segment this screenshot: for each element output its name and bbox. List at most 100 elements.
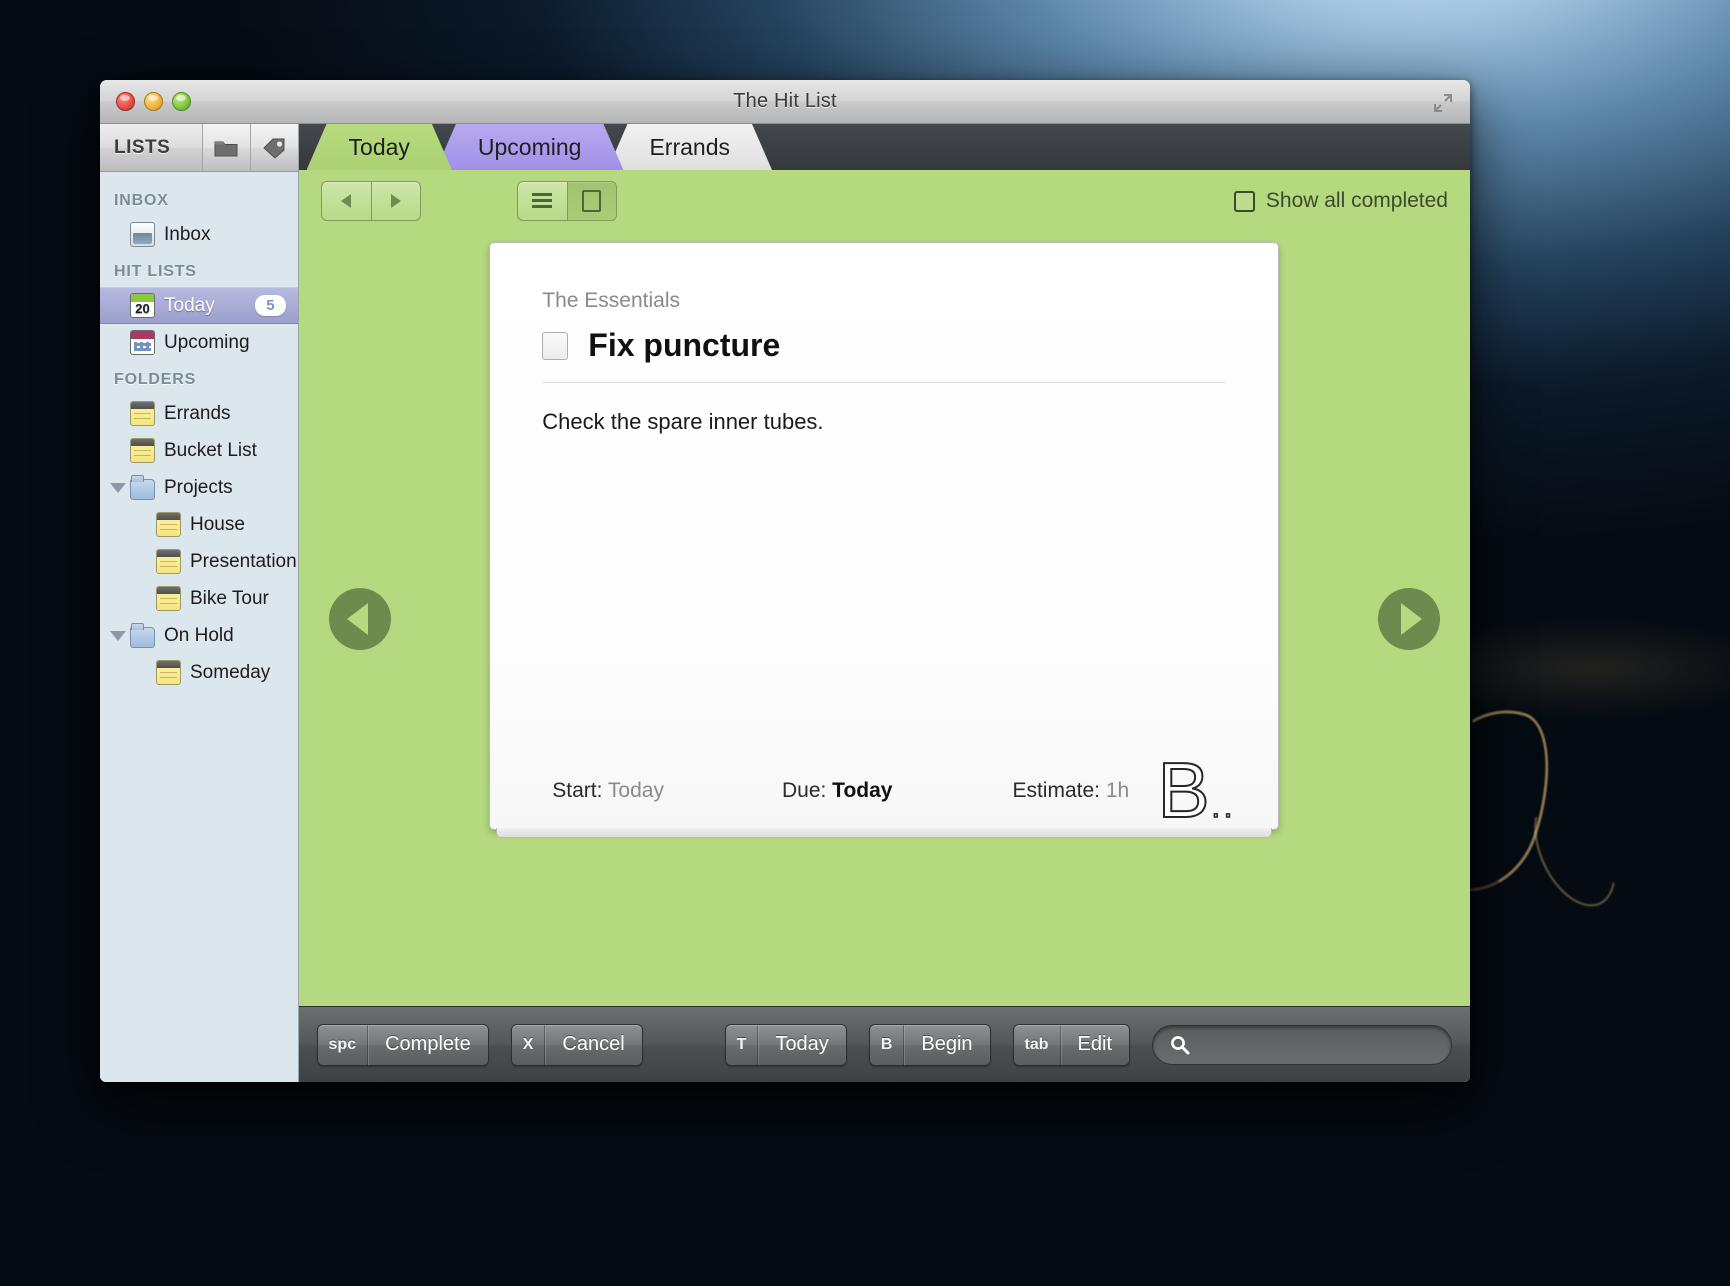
sidebar-item-label: Errands [164,402,231,424]
task-due-value: Today [832,779,893,802]
sidebar-item-on-hold[interactable]: On Hold [100,617,298,654]
shortcut-key: B [870,1024,905,1065]
tab-errands[interactable]: Errands [607,124,772,170]
arrow-right-icon [1401,603,1422,635]
previous-task-button[interactable] [328,588,391,650]
task-title: Fix puncture [588,327,781,363]
sidebar-item-label: Bike Tour [190,587,269,609]
folder-icon [130,622,155,648]
card-area: The Essentials Fix puncture Check the sp… [299,232,1470,1006]
search-input[interactable] [1152,1024,1452,1065]
shortcut-label: Begin [921,1033,973,1055]
tab-label: Errands [649,133,730,160]
show-all-completed-label: Show all completed [1265,189,1448,212]
disclosure-triangle-icon[interactable] [110,482,126,493]
card-view-icon [582,190,602,212]
sidebar-section-label-folders: FOLDERS [114,371,197,388]
shortcut-label: Edit [1077,1033,1112,1055]
list-view-icon [532,193,553,209]
sidebar-item-label: Bucket List [164,439,257,461]
sidebar-item-inbox[interactable]: Inbox [100,216,298,253]
application-window: The Hit List LISTS INBOX Inbox HIT LISTS… [100,80,1470,1082]
shortcut-begin-button[interactable]: B Begin [868,1023,991,1066]
sidebar-section-label-inbox: INBOX [114,192,169,209]
disclosure-triangle-icon[interactable] [110,630,126,641]
keyboard-shortcut-bar: spc Complete X Cancel T Today B Begin ta… [298,1006,1470,1082]
sidebar-item-label: On Hold [164,624,234,646]
sidebar-title: LISTS [114,136,171,158]
sidebar-item-someday[interactable]: Someday [100,654,298,691]
task-notes[interactable]: Check the spare inner tubes. [542,409,1226,435]
today-count-badge: 5 [255,295,286,316]
arrow-left-icon [346,603,368,635]
window-titlebar: The Hit List [100,80,1470,124]
task-metadata-row: Start: Today Due: Today Estimate: 1h B.. [542,750,1233,830]
task-start-value: Today [607,779,664,802]
shortcut-today-button[interactable]: T Today [724,1023,847,1066]
calendar-green-icon: 20 [130,293,155,318]
sidebar-item-upcoming[interactable]: Upcoming [100,324,298,361]
list-icon [156,549,181,574]
keyboard-hint-overlay: B.. [1157,750,1237,830]
task-card[interactable]: The Essentials Fix puncture Check the sp… [489,242,1280,838]
sidebar-item-today[interactable]: 20 Today 5 [100,287,298,324]
content-toolbar: Show all completed [299,170,1470,232]
sidebar-item-label: Presentation [190,550,297,572]
zoom-button[interactable] [172,92,191,111]
view-list-button[interactable] [517,182,567,220]
sidebar-item-bucket-list[interactable]: Bucket List [100,432,298,469]
shortcut-complete-button[interactable]: spc Complete [316,1023,489,1066]
new-folder-button[interactable] [201,124,250,171]
shortcut-key: X [512,1024,546,1065]
task-group-label: The Essentials [542,289,680,312]
shortcut-key: spc [318,1024,369,1065]
shortcut-key: tab [1014,1024,1061,1065]
sidebar-item-errands[interactable]: Errands [100,395,298,432]
list-icon [130,401,155,426]
show-all-completed-checkbox[interactable]: Show all completed [1233,189,1448,213]
task-due-field[interactable]: Due: Today [782,779,893,803]
tab-strip: Today Upcoming Errands [298,124,1470,170]
shortcut-cancel-button[interactable]: X Cancel [510,1023,643,1066]
shortcut-edit-button[interactable]: tab Edit [1012,1023,1130,1066]
tab-today[interactable]: Today [307,124,452,170]
shortcut-label: Complete [385,1033,471,1055]
sidebar-item-house[interactable]: House [100,506,298,543]
sidebar-item-label: Someday [190,661,271,683]
new-tag-button[interactable] [249,124,298,171]
shortcut-label: Cancel [562,1033,625,1055]
view-card-button[interactable] [566,182,616,220]
list-icon [130,438,155,463]
shortcut-key: T [726,1024,759,1065]
sidebar-section-label-hit-lists: HIT LISTS [114,263,197,280]
task-estimate-field[interactable]: Estimate: 1h [1012,779,1129,803]
tab-upcoming[interactable]: Upcoming [436,124,624,170]
calendar-day-number: 20 [135,301,150,316]
close-button[interactable] [116,92,135,111]
minimize-button[interactable] [144,92,163,111]
keyboard-hint-dots: .. [1211,791,1237,825]
sidebar-item-label: Inbox [164,223,211,245]
sidebar-item-bike-tour[interactable]: Bike Tour [100,580,298,617]
window-title: The Hit List [733,90,837,112]
task-start-field[interactable]: Start: Today [552,779,664,803]
back-button[interactable] [321,182,371,220]
next-task-button[interactable] [1378,588,1440,650]
sidebar-list[interactable]: INBOX Inbox HIT LISTS 20 Today 5 Upcomin… [100,172,298,1082]
history-nav-group [320,181,421,221]
sidebar-item-label: House [190,513,245,535]
forward-button[interactable] [370,182,420,220]
sidebar-item-projects[interactable]: Projects [100,469,298,506]
sidebar-item-presentation[interactable]: Presentation [100,543,298,580]
inbox-icon [130,222,155,247]
chevron-left-icon [341,194,352,208]
content-panel: Show all completed The Essentials Fix pu… [298,170,1470,1082]
fullscreen-icon[interactable] [1432,92,1454,114]
sidebar: LISTS INBOX Inbox HIT LISTS 20 Today 5 U… [100,124,299,1082]
view-mode-group [516,181,617,221]
sidebar-item-label: Upcoming [164,331,250,353]
traffic-light-group [116,92,191,111]
task-complete-checkbox[interactable] [542,331,569,360]
main-content: Today Upcoming Errands Show all complete… [298,124,1470,1082]
task-estimate-value: 1h [1105,779,1130,802]
